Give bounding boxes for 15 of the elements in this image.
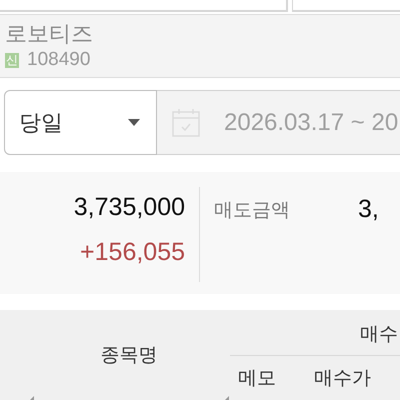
new-badge: 신: [5, 52, 19, 68]
period-dropdown[interactable]: 당일: [4, 90, 157, 155]
stock-name: 로보티즈: [5, 20, 94, 48]
stock-code: 108490: [27, 48, 90, 72]
input-field[interactable]: [0, 0, 288, 12]
amount-value: 3,735,000: [74, 192, 185, 223]
input-field[interactable]: [292, 0, 400, 12]
change-value: +156,055: [80, 237, 185, 268]
column-header: 매수: [360, 322, 398, 346]
column-header: 매수가: [314, 366, 371, 391]
column-header: 종목명: [100, 344, 158, 368]
caret-icon: [128, 118, 140, 126]
sell-amount-label: 매도금액: [214, 199, 290, 223]
sell-amount-value: 3,: [358, 194, 379, 225]
column-header: 메모: [238, 366, 276, 391]
